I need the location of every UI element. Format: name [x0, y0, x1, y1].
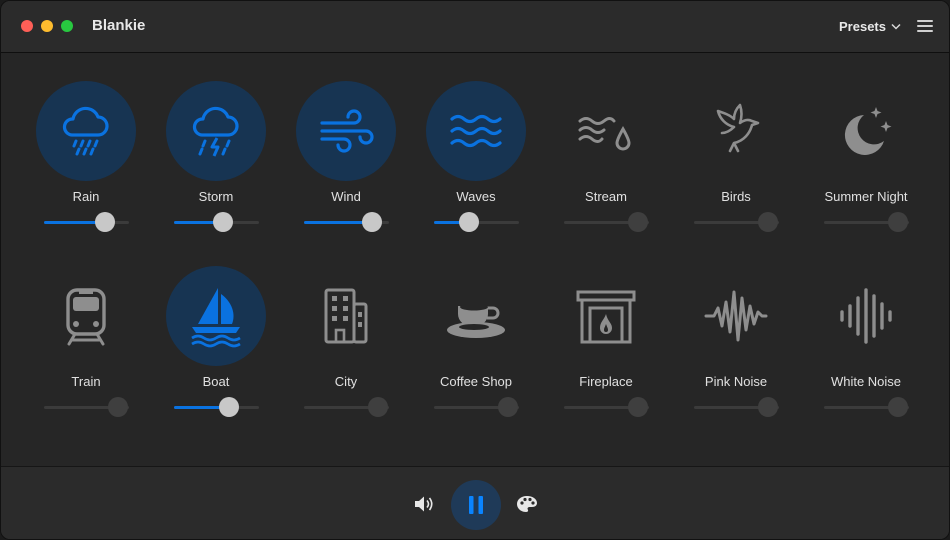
sound-toggle-button[interactable]: [36, 266, 136, 366]
sound-label: Coffee Shop: [439, 374, 513, 389]
fireplace-icon: [576, 290, 636, 344]
slider-knob[interactable]: [108, 397, 128, 417]
sound-toggle-button[interactable]: [686, 81, 786, 181]
sound-toggle-button[interactable]: [556, 81, 656, 181]
sound-tile-birds: Birds: [671, 81, 801, 246]
sound-tile-wind: Wind: [281, 81, 411, 246]
water-drop-waves-icon: [578, 117, 631, 151]
volume-slider[interactable]: [304, 397, 389, 417]
sound-label: Stream: [585, 189, 627, 204]
tram-icon: [66, 288, 106, 346]
sound-toggle-button[interactable]: [816, 81, 916, 181]
sound-toggle-button[interactable]: [296, 266, 396, 366]
sound-tile-storm: Storm: [151, 81, 281, 246]
waveform-path-icon: [704, 290, 768, 342]
volume-slider[interactable]: [824, 212, 909, 232]
sound-toggle-button[interactable]: [166, 266, 266, 366]
slider-knob[interactable]: [888, 397, 908, 417]
sound-toggle-button[interactable]: [816, 266, 916, 366]
sound-label: City: [334, 374, 358, 389]
sound-tile-coffee-shop: Coffee Shop: [411, 266, 541, 431]
volume-slider[interactable]: [694, 397, 779, 417]
volume-slider[interactable]: [434, 212, 519, 232]
sound-label: Summer Night: [824, 189, 908, 204]
play-pause-button[interactable]: [451, 480, 501, 530]
sound-label: Wind: [331, 189, 361, 204]
slider-knob[interactable]: [368, 397, 388, 417]
volume-slider[interactable]: [44, 397, 129, 417]
sound-label: Rain: [72, 189, 100, 204]
slider-knob[interactable]: [213, 212, 233, 232]
sound-toggle-button[interactable]: [556, 266, 656, 366]
minimize-window-button[interactable]: [41, 20, 53, 32]
sound-label: Boat: [202, 374, 230, 389]
sound-tile-white-noise: White Noise: [801, 266, 931, 431]
waveform-icon: [840, 288, 892, 344]
volume-slider[interactable]: [304, 212, 389, 232]
moon-stars-icon: [844, 107, 892, 155]
volume-slider[interactable]: [824, 397, 909, 417]
app-window: Blankie Presets Rain Storm Wind Waves Stream…: [0, 0, 950, 540]
sound-tile-stream: Stream: [541, 81, 671, 246]
cloud-rain-icon: [62, 106, 109, 156]
sound-label: Storm: [198, 189, 234, 204]
cup-saucer-icon: [447, 303, 505, 338]
title-bar: Blankie Presets: [1, 1, 949, 53]
volume-slider[interactable]: [564, 397, 649, 417]
sound-tile-fireplace: Fireplace: [541, 266, 671, 431]
presets-label: Presets: [839, 19, 886, 34]
palette-icon[interactable]: [516, 494, 538, 519]
sound-tile-boat: Boat: [151, 266, 281, 431]
slider-knob[interactable]: [628, 397, 648, 417]
sound-label: Fireplace: [579, 374, 633, 389]
slider-knob[interactable]: [498, 397, 518, 417]
close-window-button[interactable]: [21, 20, 33, 32]
sound-toggle-button[interactable]: [166, 81, 266, 181]
sound-tile-city: City: [281, 266, 411, 431]
sound-tile-summer-night: Summer Night: [801, 81, 931, 246]
volume-slider[interactable]: [564, 212, 649, 232]
pause-icon: [469, 496, 483, 514]
sound-label: Birds: [721, 189, 751, 204]
app-title: Blankie: [92, 17, 146, 34]
sound-tile-train: Train: [21, 266, 151, 431]
volume-slider[interactable]: [174, 397, 259, 417]
building-icon: [324, 288, 368, 344]
sound-toggle-button[interactable]: [296, 81, 396, 181]
volume-slider[interactable]: [44, 212, 129, 232]
cloud-bolt-rain-icon: [192, 106, 239, 157]
sound-label: Waves: [456, 189, 496, 204]
sailboat-icon: [191, 288, 241, 348]
chevron-down-icon: [891, 23, 901, 30]
volume-slider[interactable]: [174, 212, 259, 232]
slider-knob[interactable]: [219, 397, 239, 417]
slider-knob[interactable]: [758, 397, 778, 417]
volume-slider[interactable]: [694, 212, 779, 232]
slider-knob[interactable]: [628, 212, 648, 232]
volume-slider[interactable]: [434, 397, 519, 417]
sound-toggle-button[interactable]: [686, 266, 786, 366]
slider-knob[interactable]: [758, 212, 778, 232]
sound-label: White Noise: [830, 374, 902, 389]
presets-menu-button[interactable]: Presets: [839, 19, 901, 34]
slider-knob[interactable]: [95, 212, 115, 232]
bird-icon: [716, 103, 760, 153]
bottom-control-bar: [1, 466, 949, 539]
water-waves-icon: [450, 114, 502, 148]
slider-knob[interactable]: [888, 212, 908, 232]
sound-tile-waves: Waves: [411, 81, 541, 246]
slider-knob[interactable]: [362, 212, 382, 232]
zoom-window-button[interactable]: [61, 20, 73, 32]
sound-label: Train: [71, 374, 101, 389]
slider-knob[interactable]: [459, 212, 479, 232]
sound-toggle-button[interactable]: [36, 81, 136, 181]
sound-label: Pink Noise: [704, 374, 768, 389]
speaker-wave-icon[interactable]: [413, 494, 435, 519]
hamburger-menu-icon[interactable]: [917, 20, 933, 32]
sound-tile-pink-noise: Pink Noise: [671, 266, 801, 431]
sound-toggle-button[interactable]: [426, 81, 526, 181]
sound-tile-rain: Rain: [21, 81, 151, 246]
wind-icon: [320, 109, 374, 153]
sound-toggle-button[interactable]: [426, 266, 526, 366]
